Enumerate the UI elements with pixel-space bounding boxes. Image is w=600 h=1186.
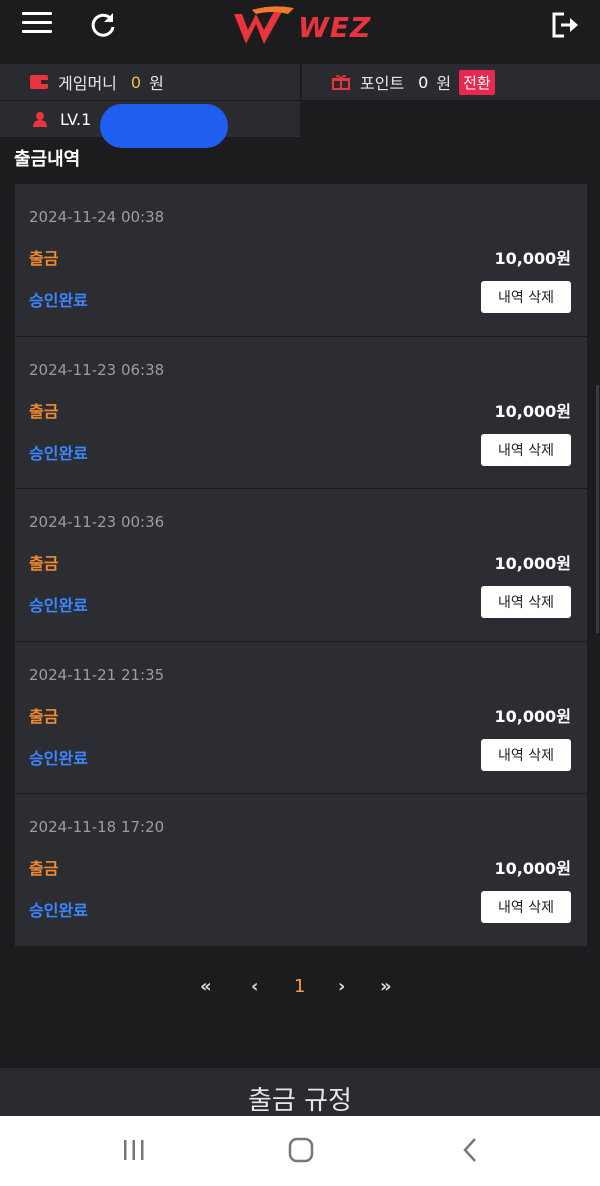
record-status: 승인완료 — [29, 291, 88, 310]
gift-icon — [332, 74, 350, 90]
withdrawal-history-list: 2024-11-24 00:38 출금 10,000원 승인완료 내역 삭제 2… — [15, 184, 587, 947]
point-label: 포인트 — [360, 74, 405, 93]
logout-icon[interactable] — [550, 10, 580, 40]
record-date: 2024-11-24 00:38 — [29, 208, 165, 226]
current-page-number[interactable]: 1 — [294, 976, 305, 997]
top-bar: WEZ — [0, 0, 600, 56]
delete-record-button[interactable]: 내역 삭제 — [481, 738, 571, 771]
point-bar: 포인트 0 원 전환 — [302, 64, 600, 100]
delete-record-button[interactable]: 내역 삭제 — [481, 281, 571, 313]
user-icon — [33, 112, 47, 127]
record-amount: 10,000원 — [494, 554, 571, 573]
record-amount: 10,000원 — [494, 249, 571, 268]
record-date: 2024-11-23 06:38 — [29, 360, 165, 379]
record-amount: 10,000원 — [494, 401, 571, 421]
record-type: 출금 — [29, 859, 59, 878]
delete-record-button[interactable]: 내역 삭제 — [481, 586, 571, 618]
record-amount: 10,000원 — [494, 859, 571, 878]
game-money-label: 게임머니 — [58, 74, 117, 93]
record-status: 승인완료 — [29, 443, 88, 463]
logo-mark-icon — [234, 6, 294, 44]
record-amount: 10,000원 — [494, 706, 571, 726]
home-icon[interactable] — [288, 1137, 314, 1163]
record-date: 2024-11-21 21:35 — [29, 665, 165, 684]
record-type: 출금 — [29, 554, 59, 573]
logo-text: WEZ — [298, 10, 372, 44]
record-date: 2024-11-18 17:20 — [29, 818, 165, 836]
record-status: 승인완료 — [29, 596, 88, 615]
prev-page-button[interactable]: ‹ — [251, 976, 258, 997]
withdrawal-record: 2024-11-18 17:20 출금 10,000원 승인완료 내역 삭제 — [15, 794, 587, 947]
refresh-icon[interactable] — [88, 10, 118, 40]
wallet-icon — [30, 75, 48, 89]
back-icon[interactable] — [460, 1137, 480, 1163]
convert-button[interactable]: 전환 — [459, 69, 495, 95]
record-status: 승인완료 — [29, 901, 88, 920]
record-type: 출금 — [29, 401, 59, 421]
game-money-value: 0 — [130, 72, 142, 92]
last-page-button[interactable]: » — [380, 976, 392, 997]
game-money-unit: 원 — [149, 74, 164, 93]
recent-apps-icon[interactable] — [122, 1137, 146, 1163]
record-type: 출금 — [29, 706, 59, 726]
first-page-button[interactable]: « — [200, 976, 212, 997]
wez-logo[interactable]: WEZ — [232, 4, 372, 50]
game-money-bar: 게임머니 0 원 — [0, 64, 300, 100]
record-type: 출금 — [29, 249, 59, 268]
pagination: « ‹ 1 › » — [0, 976, 600, 1006]
record-status: 승인완료 — [29, 748, 88, 768]
delete-record-button[interactable]: 내역 삭제 — [481, 433, 571, 466]
withdrawal-record: 2024-11-24 00:38 출금 10,000원 승인완료 내역 삭제 — [15, 184, 587, 337]
record-date: 2024-11-23 00:36 — [29, 513, 165, 531]
page-title: 출금내역 — [14, 149, 81, 170]
scrollbar[interactable] — [596, 385, 599, 633]
user-level: LV.1 — [60, 109, 92, 129]
hamburger-menu-icon[interactable] — [22, 12, 52, 38]
system-navigation-bar — [0, 1116, 600, 1186]
redacted-username — [100, 104, 228, 148]
withdrawal-record: 2024-11-21 21:35 출금 10,000원 승인완료 내역 삭제 — [15, 641, 587, 794]
withdrawal-record: 2024-11-23 06:38 출금 10,000원 승인완료 내역 삭제 — [15, 336, 587, 489]
withdrawal-record: 2024-11-23 00:36 출금 10,000원 승인완료 내역 삭제 — [15, 489, 587, 642]
next-page-button[interactable]: › — [338, 976, 345, 997]
withdrawal-rules-button[interactable]: 출금 규정 — [0, 1068, 600, 1116]
point-unit: 원 — [436, 74, 452, 93]
point-value: 0 — [418, 72, 429, 92]
delete-record-button[interactable]: 내역 삭제 — [481, 891, 571, 923]
